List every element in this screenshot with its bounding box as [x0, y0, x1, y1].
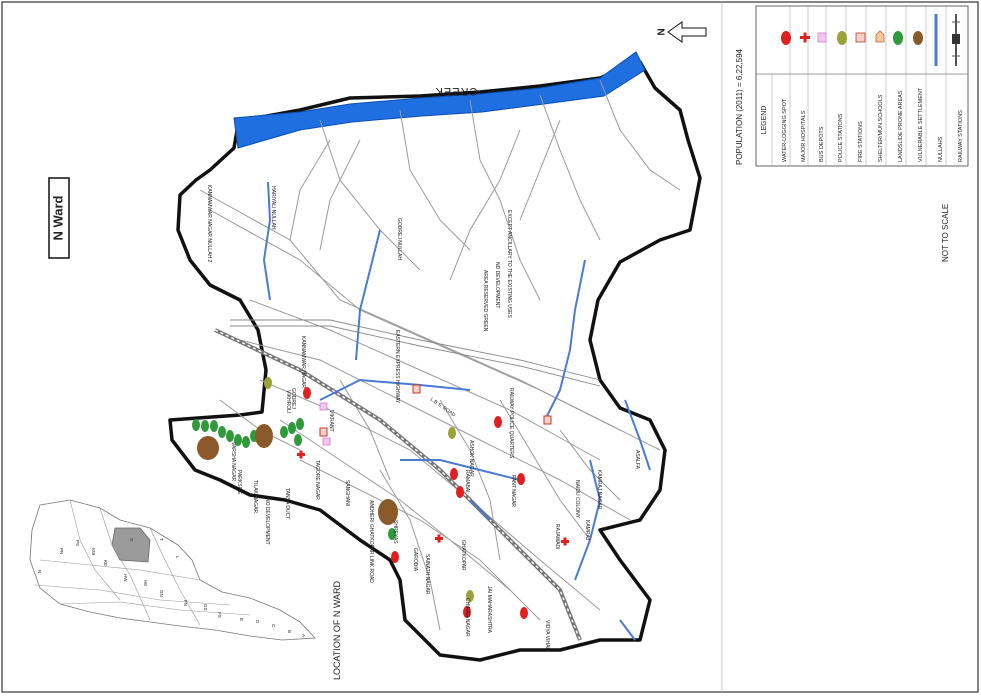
legend-label-police: POLICE STATIONS [838, 113, 844, 162]
label-tagore-nagar: TAGORE NAGAR [314, 460, 320, 500]
svg-text:T: T [159, 538, 164, 541]
north-label: N [654, 28, 665, 35]
legend-label-bus-depots: BUS DEPOTS [819, 126, 825, 162]
label-garodia: GARODIA [412, 548, 418, 572]
label-nd-development: ND DEVELOPMENT [494, 262, 500, 308]
brown-dot-icon [913, 31, 923, 45]
legend-label-shelter: SHELTER/MUN.SCHOOLS [878, 94, 884, 162]
svg-text:S: S [129, 538, 134, 541]
bus-depot-icon [817, 32, 827, 43]
legend-title: LEGEND [761, 106, 768, 135]
label-naidu-colony: NAIDU COLONY [574, 480, 580, 519]
label-tilak-nagar: TILAK NAGAR [252, 480, 258, 513]
svg-text:N: N [37, 570, 42, 573]
svg-text:B: B [287, 630, 292, 633]
label-godrej-nullah: GODREJ NULLAH [396, 218, 402, 260]
label-eastern-highway: EASTERN EXPRESS HIGHWAY [394, 330, 400, 404]
legend-label-nullahs: NULLAHS [938, 136, 944, 162]
label-kamraj: KAMRAJ [584, 520, 590, 541]
svg-text:HW: HW [123, 574, 128, 582]
svg-text:PS: PS [75, 540, 80, 546]
label-railway-police: RAILWAY POLICE QUARTERS [508, 388, 514, 459]
label-jai-maharashtra: JAI MAHARASHTRA [486, 586, 492, 634]
label-shreyas: SHREYAS [392, 520, 398, 544]
population-text: POPULATION (2011) = 6,22,594 [735, 48, 744, 165]
label-sanghani: SANGHANI [344, 480, 350, 506]
svg-text:KE: KE [103, 560, 108, 566]
label-vikrant: VIKRANT [328, 410, 334, 432]
label-kannamwar-nagar: KANNAMWAR NAGAR [300, 336, 306, 388]
svg-text:FN: FN [183, 600, 188, 606]
legend-label-vulnerable: VULNERABLE SETTLEMENT [918, 87, 924, 162]
label-chirag-nagar: CHIRAG NAGAR [464, 598, 470, 637]
label-andheri-ghatkopar: ANDHERI GHATKOPAR LINK ROAD [368, 500, 374, 583]
svg-text:HE: HE [143, 580, 148, 586]
svg-text:A: A [301, 634, 306, 637]
n-ward-map: EASTERN EXPRESS HIGHWAY L.B.S. ROAD GHAT… [1, 1, 979, 693]
legend-label-fire: FIRE STATIONS [858, 121, 864, 162]
label-ashok-nagar: ASHOK NAGAR [468, 440, 474, 477]
legend: LEGEND WATER-LOGGING SPOT MAJOR HOSPITAL… [755, 5, 969, 167]
legend-label-landslide: LANDSLIDE PRONE AREAS [898, 90, 904, 162]
label-asalfa: ASALFA [634, 450, 640, 470]
label-pant-nagar: PANT NAGAR [510, 475, 516, 507]
label-ghatkopar: GHATKOPAR [460, 540, 466, 571]
green-dot-icon [893, 31, 903, 45]
svg-text:GN: GN [159, 590, 164, 597]
not-to-scale: NOT TO SCALE [941, 204, 950, 262]
location-caption: LOCATION OF N WARD [332, 580, 342, 680]
ward-title-box: N Ward [48, 177, 70, 259]
svg-text:GS: GS [203, 604, 208, 611]
label-godrej: GODREJ [290, 388, 296, 409]
label-vidya-vihar: VIDYA VIHAR [544, 620, 550, 651]
legend-label-railway: RAILWAY STATIONS [958, 110, 964, 162]
fire-station-icon [855, 32, 866, 43]
svg-text:PN: PN [59, 548, 64, 554]
label-except-ancillary: EXCEPT ANCILLARY TO THE EXISTING USES [506, 210, 512, 318]
label-hariyali-nullah: HARIYALI NULLAH [270, 186, 276, 230]
label-area-reserved: AREA RESERVED GREEN [482, 270, 488, 332]
label-no-development: NO DEVELOPMENT [264, 498, 270, 545]
legend-label-hospitals: MAJOR HOSPITALS [801, 110, 807, 162]
label-kamraj-nagar: KAMRAJ NAGAR [596, 470, 602, 510]
creek-label: CREEK [435, 85, 478, 97]
legend-label-water-logging: WATER-LOGGING SPOT [782, 98, 788, 162]
svg-text:E: E [239, 618, 244, 621]
olive-dot-icon [837, 31, 847, 45]
label-kannamwar-nallah: KANNAMWAR NAGAR NULLAH 2 [206, 185, 212, 263]
label-varsha-nagar: VARSHA NAGAR [230, 442, 236, 481]
label-sainath-nagar: SAINATH NAGAR [424, 554, 430, 595]
svg-text:KW: KW [91, 548, 96, 556]
ward-title: N Ward [50, 195, 65, 240]
label-rajawadi: RAJAWADI [554, 524, 560, 549]
label-tansa-duct: TANSA DUCT [284, 488, 290, 519]
svg-text:FS: FS [217, 612, 222, 618]
red-dot-icon [781, 31, 791, 45]
